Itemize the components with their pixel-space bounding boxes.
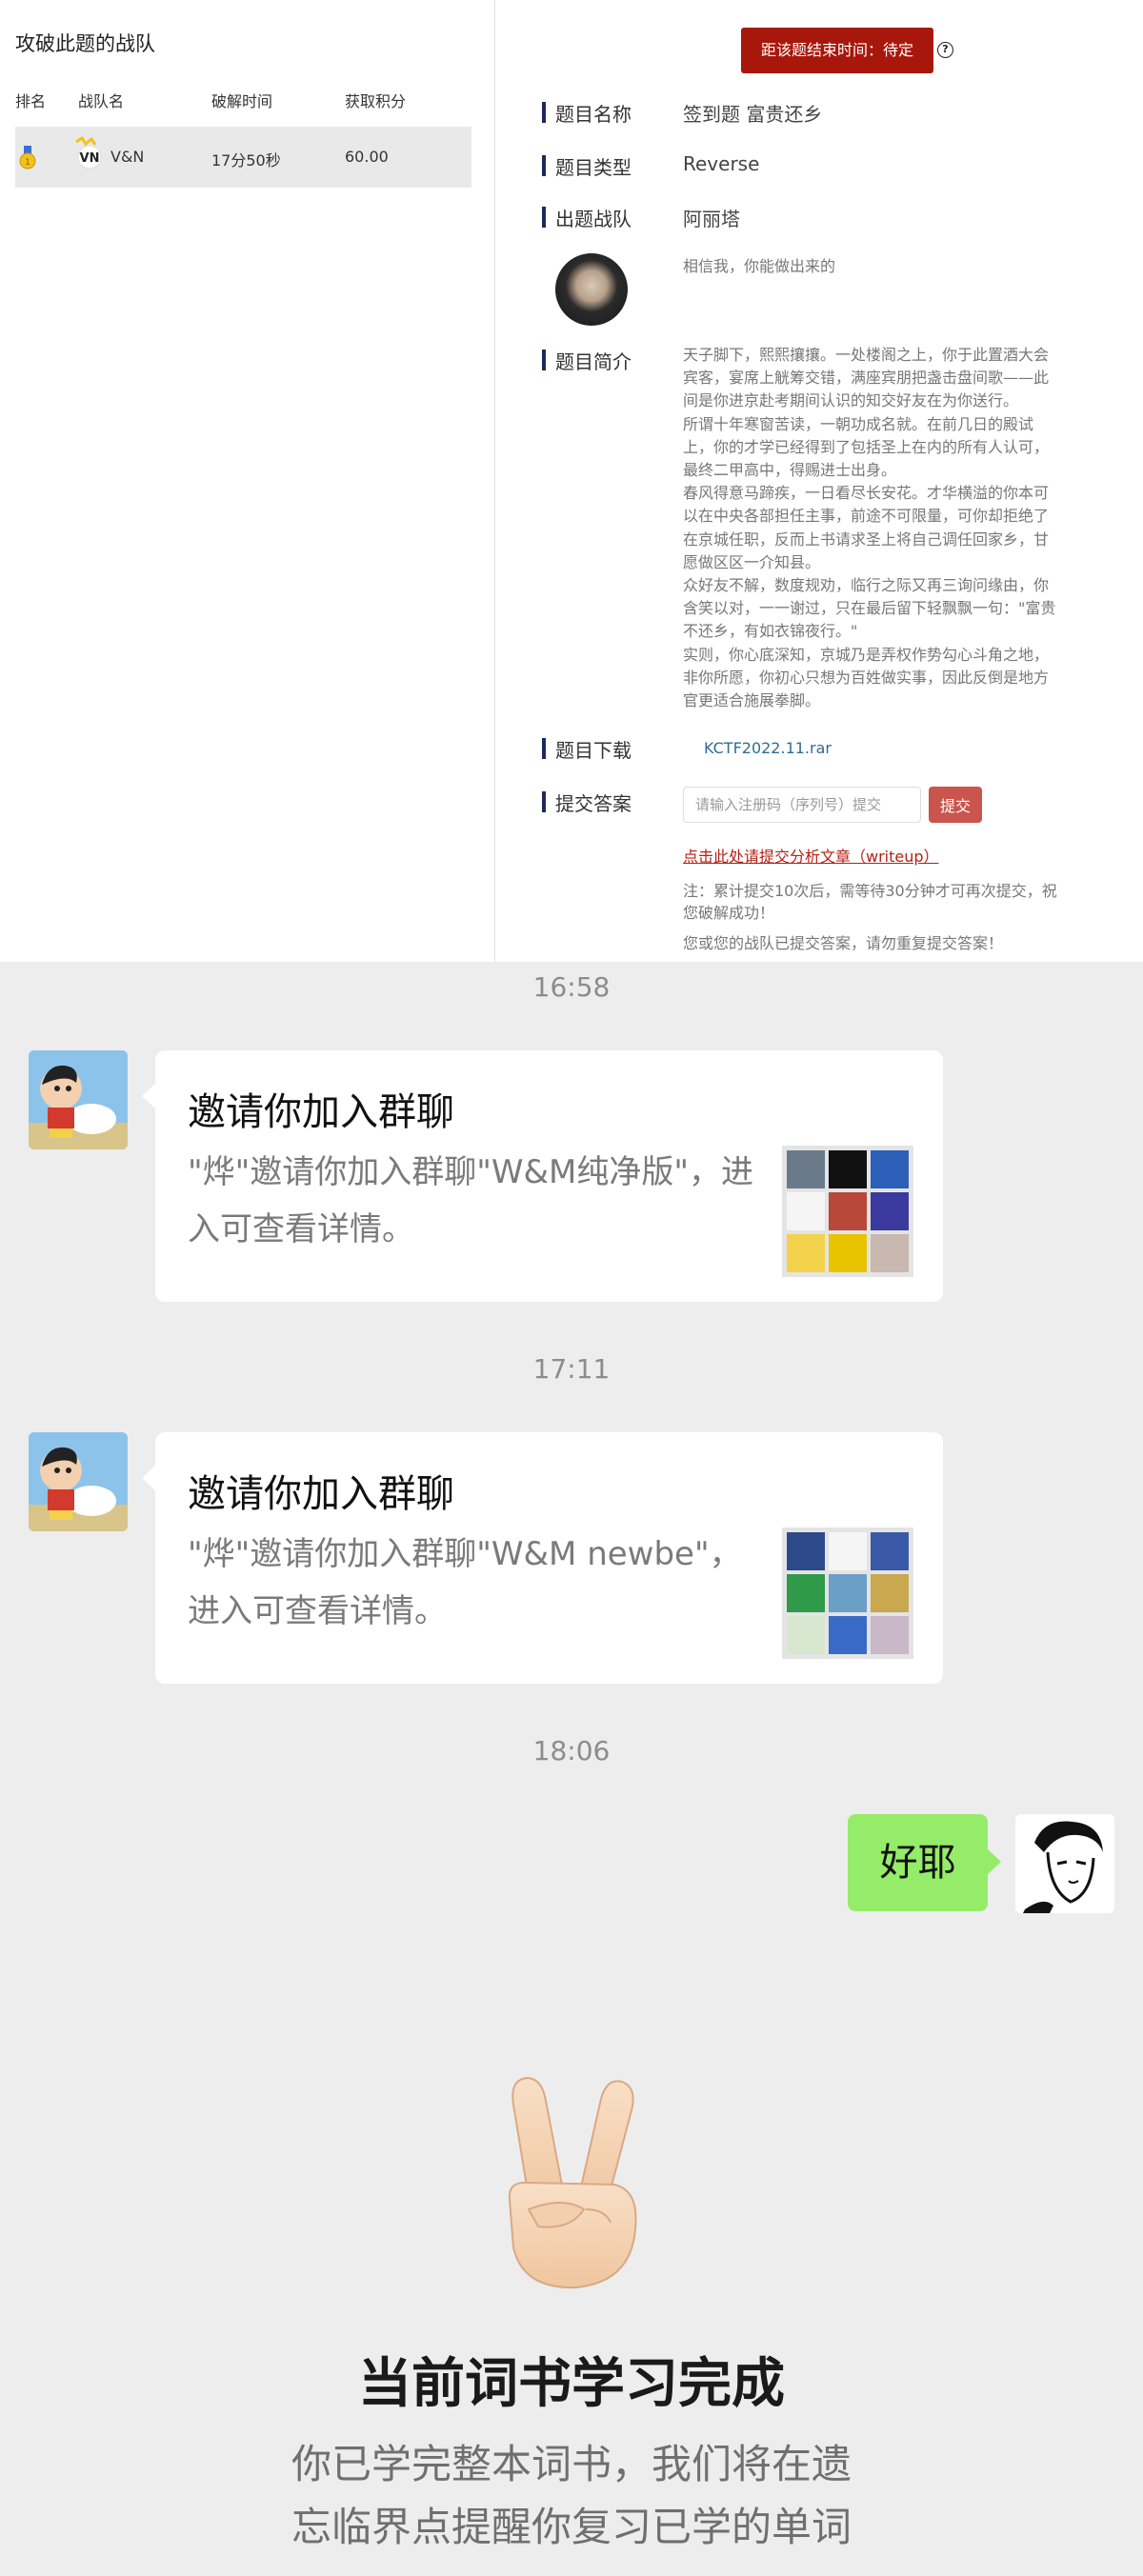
- ctf-challenge-panel: 攻破此题的战队 排名 战队名 破解时间 获取积分 1 VN V&N 17分50秒…: [0, 0, 1143, 962]
- team-name: V&N: [110, 148, 145, 166]
- col-team: 战队名: [78, 92, 125, 110]
- table-row: 1 VN V&N 17分50秒 60.00: [15, 127, 471, 188]
- download-label: 题目下载: [542, 735, 632, 763]
- invite-title: 邀请你加入群聊: [188, 1472, 454, 1516]
- author-avatar: [555, 253, 628, 326]
- my-message-bubble[interactable]: 好耶: [848, 1814, 1001, 1911]
- intro-label: 题目简介: [542, 347, 632, 374]
- group-invite-card[interactable]: 邀请你加入群聊 "烨"邀请你加入群聊"W&M纯净版"，进入可查看详情。: [142, 1050, 943, 1302]
- completion-subtitle: 你已学完整本词书，我们将在遗 忘临界点提醒你复习已学的单词: [291, 2441, 852, 2550]
- author-quote: 相信我，你能做出来的: [683, 257, 836, 275]
- challenge-name-value: 签到题 富贵还乡: [683, 103, 823, 126]
- team-logo-icon: VN: [75, 136, 102, 170]
- challenge-intro: 天子脚下，熙熙攘攘。一处楼阁之上，你于此置酒大会 宾客，宴席上觥筹交错，满座宾朋…: [683, 346, 1056, 710]
- sketch-portrait-avatar-icon[interactable]: [1015, 1814, 1114, 1913]
- writeup-link[interactable]: 点击此处请提交分析文章（writeup）: [683, 844, 939, 867]
- submit-button[interactable]: 提交: [929, 787, 982, 823]
- svg-text:1: 1: [25, 158, 30, 168]
- submit-answer-label: 提交答案: [542, 789, 632, 816]
- author-team-value: 阿丽塔: [683, 208, 740, 230]
- gold-medal-icon: 1: [19, 146, 36, 170]
- completion-title: 当前词书学习完成: [358, 2353, 785, 2415]
- chat-timestamp: 18:06: [532, 1735, 611, 1767]
- chat-timestamp: 16:58: [532, 971, 611, 1003]
- challenge-detail-panel: 距该题结束时间：待定 ? 题目名称 签到题 富贵还乡 题目类型 Reverse …: [496, 0, 1143, 962]
- serial-input[interactable]: [683, 787, 921, 823]
- chat-timestamp: 17:11: [532, 1353, 611, 1385]
- invite-description: "烨"邀请你加入群聊"W&M纯净版"，进入可查看详情。: [188, 1153, 754, 1248]
- challenge-type-value: Reverse: [683, 152, 760, 175]
- challenge-timer-button[interactable]: 距该题结束时间：待定: [741, 28, 933, 73]
- team-score: 60.00: [345, 148, 389, 166]
- download-file-link[interactable]: KCTF2022.11.rar: [704, 739, 832, 757]
- group-invite-card[interactable]: 邀请你加入群聊 "烨"邀请你加入群聊"W&M newbe"，进入可查看详情。: [142, 1432, 943, 1684]
- challenge-name-label: 题目名称: [542, 99, 632, 127]
- question-circle-icon[interactable]: ?: [937, 42, 953, 58]
- solver-teams-panel: 攻破此题的战队 排名 战队名 破解时间 获取积分 1 VN V&N 17分50秒…: [0, 0, 495, 962]
- col-score: 获取积分: [345, 92, 407, 110]
- invite-title: 邀请你加入群聊: [188, 1090, 454, 1134]
- submit-note: 注：累计提交10次后，需等待30分钟才可再次提交，祝 您破解成功！: [683, 882, 1057, 922]
- svg-text:VN: VN: [80, 151, 100, 166]
- solve-time: 17分50秒: [211, 151, 281, 170]
- already-submitted-note: 您或您的战队已提交答案，请勿重复提交答案！: [683, 934, 1004, 952]
- group-avatar-grid: [782, 1528, 913, 1659]
- group-avatar-grid: [782, 1146, 913, 1277]
- victory-hand-icon: [508, 2076, 637, 2289]
- cartoon-boy-avatar-icon[interactable]: [29, 1432, 128, 1531]
- challenge-type-label: 题目类型: [542, 152, 632, 180]
- col-time: 破解时间: [211, 92, 273, 110]
- col-rank: 排名: [15, 92, 47, 110]
- solver-teams-title: 攻破此题的战队: [15, 32, 155, 55]
- author-team-label: 出题战队: [542, 204, 632, 231]
- invite-description: "烨"邀请你加入群聊"W&M newbe"，进入可查看详情。: [188, 1535, 742, 1630]
- cartoon-boy-avatar-icon[interactable]: [29, 1050, 128, 1149]
